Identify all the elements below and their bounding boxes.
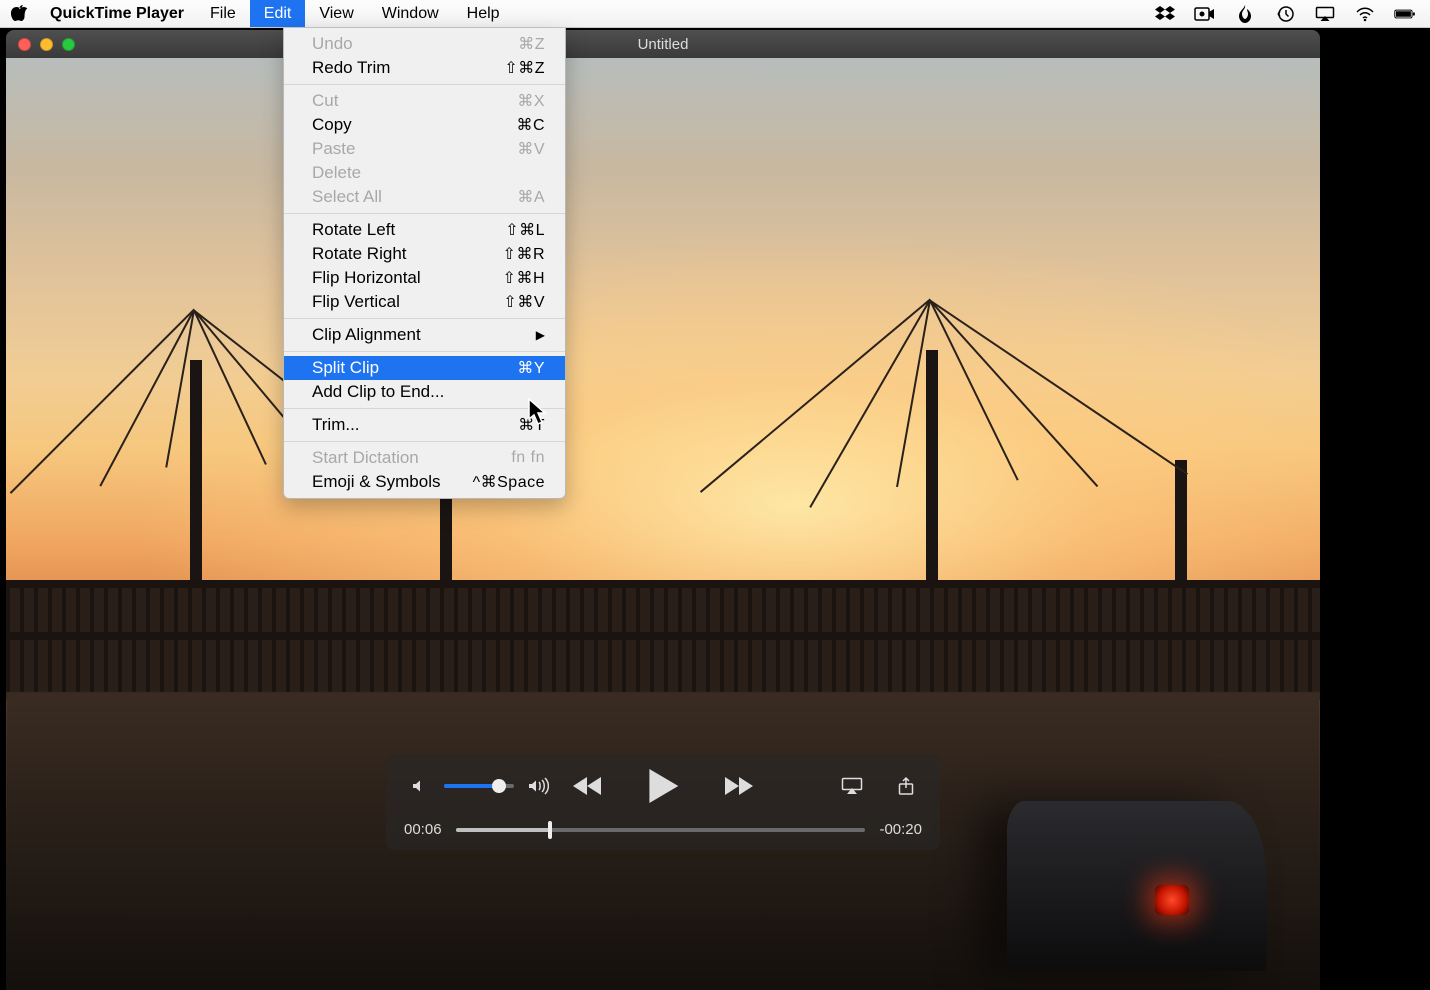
menu-separator	[284, 441, 565, 442]
menubar-status-area	[1154, 0, 1430, 27]
menu-paste: Paste ⌘V	[284, 137, 565, 161]
menu-start-dictation: Start Dictation fn fn	[284, 446, 565, 470]
airplay-button[interactable]	[836, 770, 868, 802]
video-content[interactable]: 00:06 -00:20	[6, 58, 1320, 990]
volume-high-icon[interactable]	[522, 770, 554, 802]
play-button[interactable]	[643, 766, 683, 806]
menu-add-clip-to-end[interactable]: Add Clip to End...	[284, 380, 565, 404]
menu-redo-trim-shortcut: ⇧⌘Z	[504, 58, 545, 78]
menu-flip-horizontal[interactable]: Flip Horizontal ⇧⌘H	[284, 266, 565, 290]
menu-undo-label: Undo	[312, 34, 518, 54]
menu-undo: Undo ⌘Z	[284, 32, 565, 56]
submenu-arrow-icon: ▶	[536, 328, 545, 342]
menu-copy[interactable]: Copy ⌘C	[284, 113, 565, 137]
dropbox-icon[interactable]	[1154, 5, 1176, 23]
scrubber[interactable]	[456, 828, 866, 832]
menu-cut: Cut ⌘X	[284, 89, 565, 113]
history-icon[interactable]	[1274, 5, 1296, 23]
scrubber-fill	[456, 828, 550, 832]
car-silhouette	[1007, 801, 1267, 971]
scrubber-playhead[interactable]	[548, 821, 552, 839]
remaining-time: -00:20	[879, 821, 922, 838]
elapsed-time: 00:06	[404, 821, 442, 838]
apple-menu[interactable]	[0, 0, 38, 27]
mouse-cursor-icon	[528, 398, 548, 426]
window-title: Untitled	[6, 36, 1320, 53]
menu-redo-trim-label: Redo Trim	[312, 58, 504, 78]
menu-rotate-right[interactable]: Rotate Right ⇧⌘R	[284, 242, 565, 266]
volume-fill	[444, 784, 499, 788]
player-controls: 00:06 -00:20	[386, 754, 940, 850]
menu-undo-shortcut: ⌘Z	[518, 34, 545, 54]
fast-forward-button[interactable]	[723, 770, 755, 802]
menubar: QuickTime Player File Edit View Window H…	[0, 0, 1430, 28]
menu-window[interactable]: Window	[368, 0, 453, 27]
airplay-icon[interactable]	[1314, 5, 1336, 23]
menu-separator	[284, 84, 565, 85]
menu-separator	[284, 318, 565, 319]
menu-view[interactable]: View	[305, 0, 367, 27]
volume-slider[interactable]	[444, 784, 514, 788]
menu-delete: Delete	[284, 161, 565, 185]
battery-icon[interactable]	[1394, 5, 1416, 23]
player-window: Untitled	[6, 30, 1320, 990]
menu-split-clip[interactable]: Split Clip ⌘Y	[284, 356, 565, 380]
menu-separator	[284, 213, 565, 214]
wifi-icon[interactable]	[1354, 5, 1376, 23]
car-taillight	[1155, 885, 1189, 915]
record-icon[interactable]	[1194, 5, 1216, 23]
menu-file[interactable]: File	[196, 0, 250, 27]
menu-select-all: Select All ⌘A	[284, 185, 565, 209]
menu-clip-alignment[interactable]: Clip Alignment ▶	[284, 323, 565, 347]
menu-separator	[284, 351, 565, 352]
window-titlebar[interactable]: Untitled	[6, 30, 1320, 58]
bridge-railing	[6, 580, 1320, 700]
menu-trim[interactable]: Trim... ⌘T	[284, 413, 565, 437]
menu-redo-trim[interactable]: Redo Trim ⇧⌘Z	[284, 56, 565, 80]
rewind-button[interactable]	[571, 770, 603, 802]
flame-icon[interactable]	[1234, 5, 1256, 23]
menu-edit[interactable]: Edit	[250, 0, 306, 27]
menu-emoji-symbols[interactable]: Emoji & Symbols ^⌘Space	[284, 470, 565, 494]
app-name[interactable]: QuickTime Player	[38, 0, 196, 27]
volume-thumb[interactable]	[492, 779, 506, 793]
menu-separator	[284, 408, 565, 409]
menu-flip-vertical[interactable]: Flip Vertical ⇧⌘V	[284, 290, 565, 314]
edit-menu-dropdown: Undo ⌘Z Redo Trim ⇧⌘Z Cut ⌘X Copy ⌘C Pas…	[283, 28, 566, 499]
share-button[interactable]	[890, 770, 922, 802]
menu-help[interactable]: Help	[453, 0, 514, 27]
volume-low-icon[interactable]	[404, 770, 436, 802]
menu-rotate-left[interactable]: Rotate Left ⇧⌘L	[284, 218, 565, 242]
